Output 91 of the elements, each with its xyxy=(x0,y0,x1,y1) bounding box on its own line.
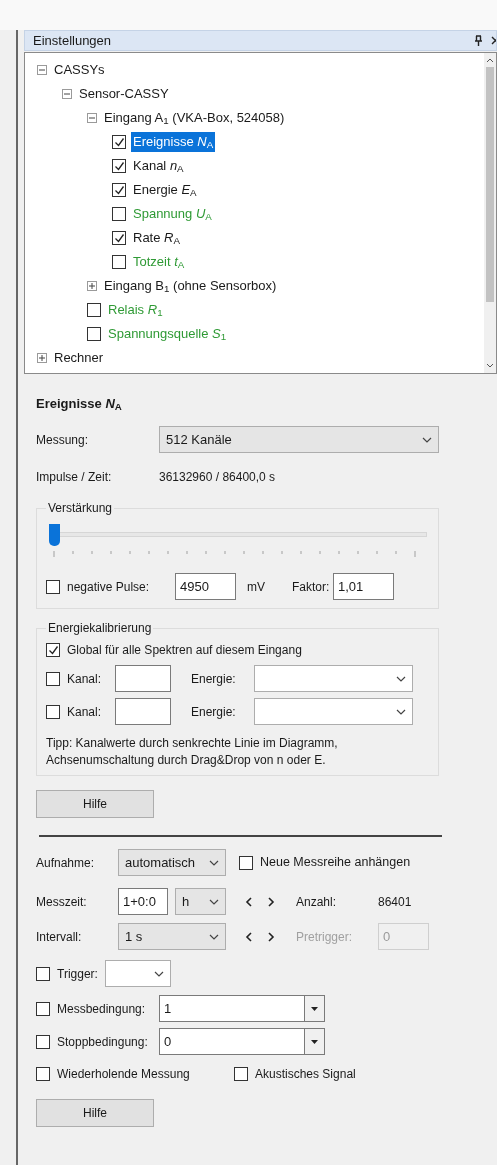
checkbox[interactable] xyxy=(112,159,126,173)
checkbox-label: Trigger: xyxy=(57,965,99,983)
checkbox[interactable] xyxy=(36,1001,50,1016)
expander-icon[interactable] xyxy=(62,89,72,99)
expander-icon[interactable] xyxy=(87,281,97,291)
chevron-down-icon xyxy=(154,970,164,977)
value-text: 86401 xyxy=(378,893,412,911)
tree-item[interactable]: Spannungsquelle S$_{1}$ xyxy=(106,324,229,344)
field-label: Messzeit: xyxy=(36,893,88,911)
dropdown[interactable]: 512 Kanäle xyxy=(159,426,439,453)
checkbox[interactable] xyxy=(46,704,60,719)
checkbox-label: Wiederholende Messung xyxy=(57,1066,191,1083)
tree-item[interactable]: Rate R$_{A}$ xyxy=(131,228,182,248)
checkbox[interactable] xyxy=(36,966,50,981)
chevron-down-icon xyxy=(396,675,406,682)
checkbox[interactable] xyxy=(112,231,126,245)
chevron-down-icon xyxy=(209,898,219,905)
input-field[interactable]: 1+0:0 xyxy=(118,888,168,915)
input-field[interactable]: 1,01 xyxy=(333,573,394,600)
field-label: Pretrigger: xyxy=(296,928,354,946)
checkbox[interactable] xyxy=(112,135,126,149)
dropdown[interactable]: h xyxy=(175,888,226,915)
tree-item[interactable]: Kanal n$_{A}$ xyxy=(131,156,186,176)
dropdown-triangle-icon[interactable] xyxy=(311,1039,318,1044)
group-title: Verstärkung xyxy=(47,500,114,517)
scrollbar-thumb[interactable] xyxy=(486,67,494,302)
checkbox[interactable] xyxy=(112,183,126,197)
dropdown[interactable]: automatisch xyxy=(118,849,226,876)
field-label: Energie: xyxy=(191,703,237,721)
expander-icon[interactable] xyxy=(37,353,47,363)
input-field[interactable]: 4950 xyxy=(175,573,236,600)
checkbox[interactable] xyxy=(36,1067,50,1081)
checkbox[interactable] xyxy=(112,207,126,221)
checkbox-label: negative Pulse: xyxy=(67,578,151,596)
tree-item[interactable]: Sensor-CASSY xyxy=(77,84,171,104)
field-label: Aufnahme: xyxy=(36,854,96,872)
tree-item[interactable]: Rechner xyxy=(52,348,106,368)
field-label: Faktor: xyxy=(292,578,331,596)
field-label: Energie: xyxy=(191,670,237,688)
checkbox[interactable] xyxy=(87,303,101,317)
field-label: Kanal: xyxy=(67,703,103,721)
scrollbar[interactable] xyxy=(484,53,496,373)
tree-item[interactable]: Spannung U$_{A}$ xyxy=(131,204,214,224)
group-title: Energiekalibrierung xyxy=(47,620,153,637)
checkbox-label: Stoppbedingung: xyxy=(57,1033,149,1051)
tree-item[interactable]: Eingang B$_{1}$ (ohne Sensorbox) xyxy=(102,276,279,296)
slider-thumb[interactable] xyxy=(49,524,60,546)
field-label: Intervall: xyxy=(36,928,83,946)
checkbox[interactable] xyxy=(46,579,60,594)
input-field[interactable] xyxy=(115,698,171,725)
input-field[interactable] xyxy=(115,665,171,692)
chevron-down-icon xyxy=(209,933,219,940)
checkbox[interactable] xyxy=(87,327,101,341)
tree-item[interactable]: Energie E$_{A}$ xyxy=(131,180,199,200)
tree-item[interactable]: Totzeit t$_{A}$ xyxy=(131,252,187,272)
checkbox[interactable] xyxy=(112,255,126,269)
slider-track[interactable] xyxy=(49,524,427,546)
tree-item[interactable]: Ereignisse N$_{A}$ xyxy=(131,132,216,152)
combo-field[interactable]: 0 xyxy=(159,1028,325,1055)
checkbox-label: Messbedingung: xyxy=(57,1000,147,1018)
tree-item[interactable]: CASSYs xyxy=(52,60,107,80)
field-label: Kanal: xyxy=(67,670,103,688)
help-button[interactable]: Hilfe xyxy=(36,1099,154,1127)
hint-text: Tipp: Kanalwerte durch senkrechte Linie im Diagramm, Achsenumschaltung durch Drag&Drop von n oder E. xyxy=(46,735,339,769)
value-text: 36132960 / 86400,0 s xyxy=(159,469,276,486)
chevron-down-icon xyxy=(396,708,406,715)
dropdown-triangle-icon[interactable] xyxy=(311,1006,318,1011)
tree-item[interactable]: Eingang A$_{1}$ (VKA-Box, 524058) xyxy=(102,108,287,128)
section-title: Ereignisse N$_{A}$ xyxy=(36,395,123,414)
checkbox[interactable] xyxy=(46,671,60,686)
field-label: Messung: xyxy=(36,431,90,449)
chevron-down-icon xyxy=(422,436,432,443)
expander-icon[interactable] xyxy=(37,65,47,75)
checkbox[interactable] xyxy=(46,643,60,657)
pin-icon[interactable] xyxy=(474,35,483,46)
unit-label: mV xyxy=(247,578,266,596)
tree-item[interactable]: Relais R$_{1}$ xyxy=(106,300,165,320)
help-button[interactable]: Hilfe xyxy=(36,790,154,818)
checkbox[interactable] xyxy=(36,1034,50,1049)
checkbox-label: Global für alle Spektren auf diesem Eingang xyxy=(67,642,302,659)
checkbox[interactable] xyxy=(239,855,253,870)
chevron-down-icon xyxy=(209,859,219,866)
panel-title: Einstellungen xyxy=(33,31,112,50)
field-label: Impulse / Zeit: xyxy=(36,469,113,486)
dropdown[interactable]: 1 s xyxy=(118,923,226,950)
expander-icon[interactable] xyxy=(87,113,97,123)
field-label: Anzahl: xyxy=(296,893,338,911)
checkbox[interactable] xyxy=(234,1067,248,1081)
combo-field[interactable]: 1 xyxy=(159,995,325,1022)
checkbox-label: Akustisches Signal xyxy=(255,1066,356,1083)
checkbox-label: Neue Messreihe anhängen xyxy=(260,854,411,872)
